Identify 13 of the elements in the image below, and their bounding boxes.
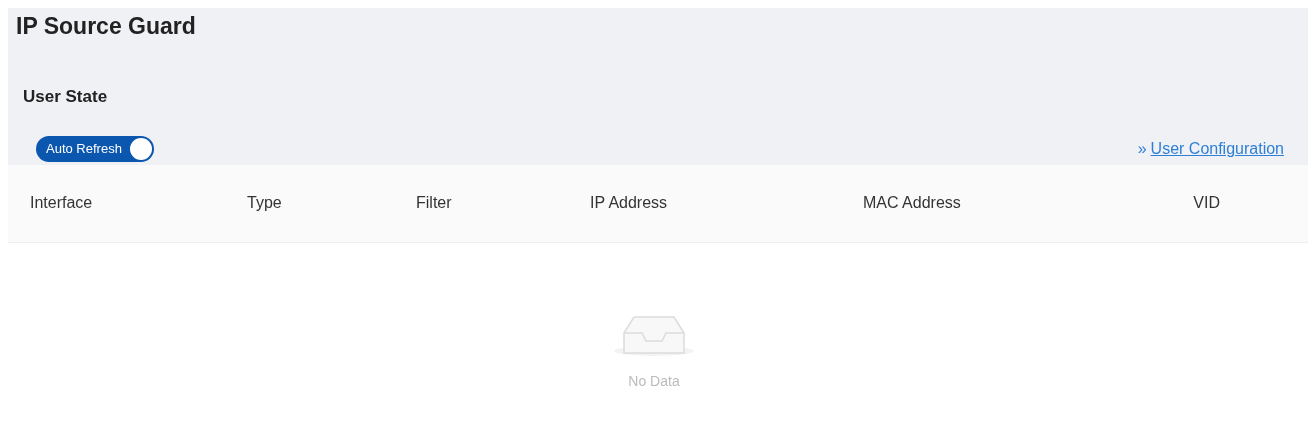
auto-refresh-toggle[interactable]: Auto Refresh <box>36 135 154 162</box>
column-header: Interface <box>30 194 93 211</box>
empty-state-text: No Data <box>628 371 680 391</box>
page-title: IP Source Guard <box>15 12 197 40</box>
column-header: IP Address <box>590 194 668 211</box>
column-header: Filter <box>416 194 452 211</box>
double-chevron-icon: » <box>1137 136 1147 161</box>
column-header: MAC Address <box>863 194 961 211</box>
user-configuration-link[interactable]: » User Configuration <box>1137 136 1284 161</box>
section-title: User State <box>22 86 109 108</box>
column-header: Type <box>247 194 282 211</box>
toggle-knob-icon <box>129 137 152 160</box>
column-header: VID <box>1193 194 1220 211</box>
